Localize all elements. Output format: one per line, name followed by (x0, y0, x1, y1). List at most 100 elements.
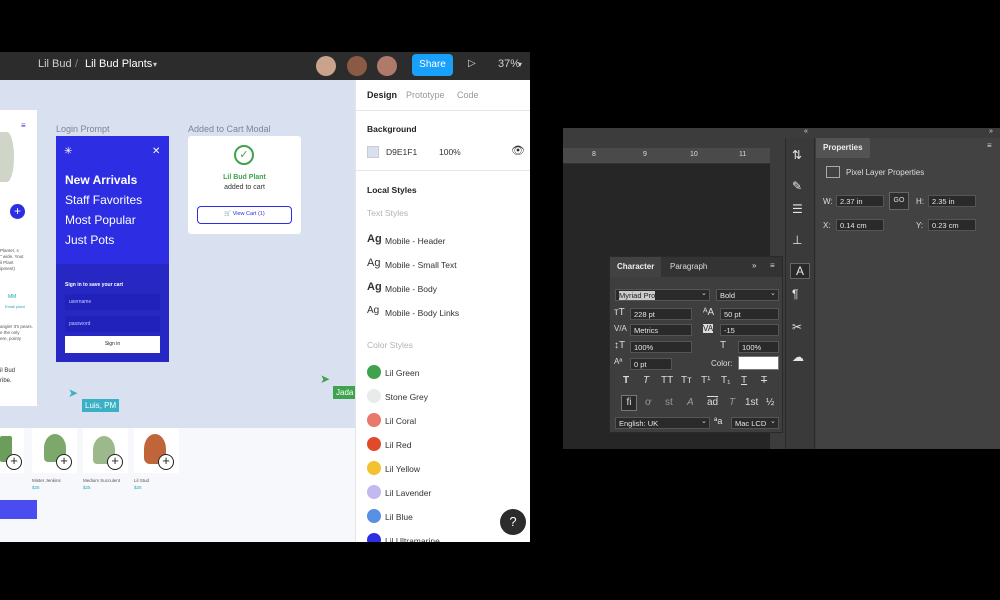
color-swatch[interactable] (367, 437, 381, 451)
tab-paragraph[interactable]: Paragraph (670, 262, 707, 271)
color-swatch[interactable] (367, 485, 381, 499)
tab-code[interactable]: Code (457, 90, 479, 100)
chevron-down-icon[interactable]: ▾ (518, 60, 522, 69)
paragraph-icon[interactable]: ¶ (792, 287, 798, 301)
color-style-item[interactable]: Lil Red (385, 440, 411, 450)
properties-tab[interactable]: Properties (816, 138, 870, 158)
text-color-swatch[interactable] (738, 356, 779, 370)
stamp-icon[interactable]: ⊥ (792, 233, 802, 247)
background-swatch[interactable] (367, 146, 379, 158)
view-cart-button[interactable]: 🛒 View Cart (1) (197, 206, 292, 224)
brush-icon[interactable]: ✎ (792, 179, 802, 193)
background-opacity[interactable]: 100% (439, 147, 461, 157)
chevron-down-icon[interactable]: ⌄ (770, 417, 776, 425)
chevron-down-icon[interactable]: ⌄ (770, 289, 776, 297)
text-style-item[interactable]: Mobile - Small Text (385, 260, 457, 270)
plant-card[interactable]: + (134, 428, 179, 473)
x-field[interactable]: 0.14 cm (836, 219, 884, 231)
ordinals-button[interactable]: 1st (745, 397, 758, 408)
tab-design[interactable]: Design (367, 90, 397, 100)
frame-label-login[interactable]: Login Prompt (56, 124, 110, 134)
width-field[interactable]: 2.37 in (836, 195, 884, 207)
tools-icon[interactable]: ✂ (792, 320, 802, 334)
horizontal-scale-field[interactable]: 100% (738, 341, 779, 353)
password-field[interactable]: password (65, 316, 160, 332)
collapse-icon[interactable]: » (989, 128, 993, 135)
link-dimensions-button[interactable]: GO (889, 192, 909, 210)
eye-icon[interactable]: 👁 (511, 144, 525, 157)
height-field[interactable]: 2.35 in (928, 195, 976, 207)
vertical-scale-field[interactable]: 100% (630, 341, 692, 353)
ordinals-button-alt[interactable]: T (729, 397, 735, 408)
kerning-select[interactable]: Metrics (630, 324, 692, 336)
strikethrough-button[interactable]: T (761, 375, 767, 386)
username-field[interactable]: username (65, 294, 160, 310)
color-style-item[interactable]: Lil Yellow (385, 464, 420, 474)
chevron-down-icon[interactable]: ⌄ (701, 417, 707, 425)
tab-character[interactable]: Character (610, 257, 662, 277)
nav-just-pots[interactable]: Just Pots (65, 230, 114, 250)
product-frame[interactable]: ≡ + Planter, s " wide. Yout il Plant ipm… (0, 110, 37, 406)
all-caps-button[interactable]: TT (661, 375, 673, 386)
tracking-field[interactable]: -15 (720, 324, 779, 336)
add-icon[interactable]: + (158, 454, 174, 470)
character-panel-icon[interactable]: A (790, 263, 810, 279)
tab-prototype[interactable]: Prototype (406, 90, 445, 100)
sign-in-button[interactable]: Sign in (65, 336, 160, 353)
expand-icon[interactable]: » (752, 261, 756, 270)
avatar[interactable] (316, 56, 336, 76)
panel-menu-icon[interactable]: ≡ (770, 261, 775, 270)
text-style-item[interactable]: Mobile - Header (385, 236, 445, 246)
adjustments-icon[interactable]: ☰ (792, 202, 803, 216)
checkout-button[interactable] (0, 500, 37, 519)
zoom-level[interactable]: 37% (498, 58, 520, 70)
language-select[interactable]: English: UK (615, 417, 710, 429)
fractions-button[interactable]: ½ (766, 397, 774, 408)
libraries-icon[interactable]: ☁ (792, 350, 804, 364)
color-style-item[interactable]: Lil Ultramarine (385, 536, 440, 542)
faux-bold-button[interactable]: T (623, 375, 629, 386)
subscript-button[interactable]: T₁ (721, 375, 730, 386)
email-link[interactable]: Email plant (5, 304, 25, 309)
titling-alternates-button[interactable]: ad (707, 397, 718, 408)
add-icon[interactable]: + (10, 204, 25, 219)
font-family-select[interactable]: Myriad Pro (615, 289, 710, 301)
chevron-down-icon[interactable]: ⌄ (701, 289, 707, 297)
color-swatch[interactable] (367, 533, 381, 542)
added-to-cart-modal[interactable]: ✓ Lil Bud Plant added to cart 🛒 View Car… (188, 136, 301, 234)
color-swatch[interactable] (367, 461, 381, 475)
color-swatch[interactable] (367, 389, 381, 403)
history-icon[interactable]: ⇅ (792, 148, 802, 162)
plant-card[interactable]: + (0, 428, 24, 473)
close-icon[interactable]: ✕ (152, 146, 160, 157)
color-style-item[interactable]: Lil Green (385, 368, 420, 378)
menu-icon[interactable]: ≡ (21, 121, 26, 130)
plant-card[interactable]: + (83, 428, 128, 473)
leading-field[interactable]: 50 pt (720, 308, 779, 320)
add-icon[interactable]: + (6, 454, 22, 470)
text-style-item[interactable]: Mobile - Body (385, 284, 437, 294)
color-swatch[interactable] (367, 413, 381, 427)
small-caps-button[interactable]: Tт (681, 375, 692, 386)
canvas[interactable]: ≡ + Planter, s " wide. Yout il Plant ipm… (0, 80, 355, 542)
sparkle-icon[interactable]: ✳ (64, 146, 72, 157)
stylistic-alternates-button[interactable]: A (687, 397, 694, 408)
nav-new-arrivals[interactable]: New Arrivals (65, 170, 137, 190)
ligatures-button[interactable]: fi (621, 395, 637, 411)
login-prompt-frame[interactable]: ✳ ✕ New Arrivals Staff Favorites Most Po… (56, 136, 169, 362)
frame-label-cart[interactable]: Added to Cart Modal (188, 124, 271, 134)
y-field[interactable]: 0.23 cm (928, 219, 976, 231)
swash-button[interactable]: st (665, 397, 673, 408)
underline-button[interactable]: T (741, 375, 747, 386)
plant-card[interactable]: + (32, 428, 77, 473)
color-style-item[interactable]: Lil Lavender (385, 488, 431, 498)
color-style-item[interactable]: Lil Coral (385, 416, 416, 426)
background-hex[interactable]: D9E1F1 (386, 147, 417, 157)
font-size-field[interactable]: 228 pt (630, 308, 692, 320)
text-style-item[interactable]: Mobile - Body Links (385, 308, 459, 318)
superscript-button[interactable]: T¹ (701, 375, 710, 386)
add-icon[interactable]: + (56, 454, 72, 470)
panel-menu-icon[interactable]: ≡ (987, 141, 992, 150)
avatar[interactable] (377, 56, 397, 76)
baseline-shift-field[interactable]: 0 pt (630, 358, 672, 370)
